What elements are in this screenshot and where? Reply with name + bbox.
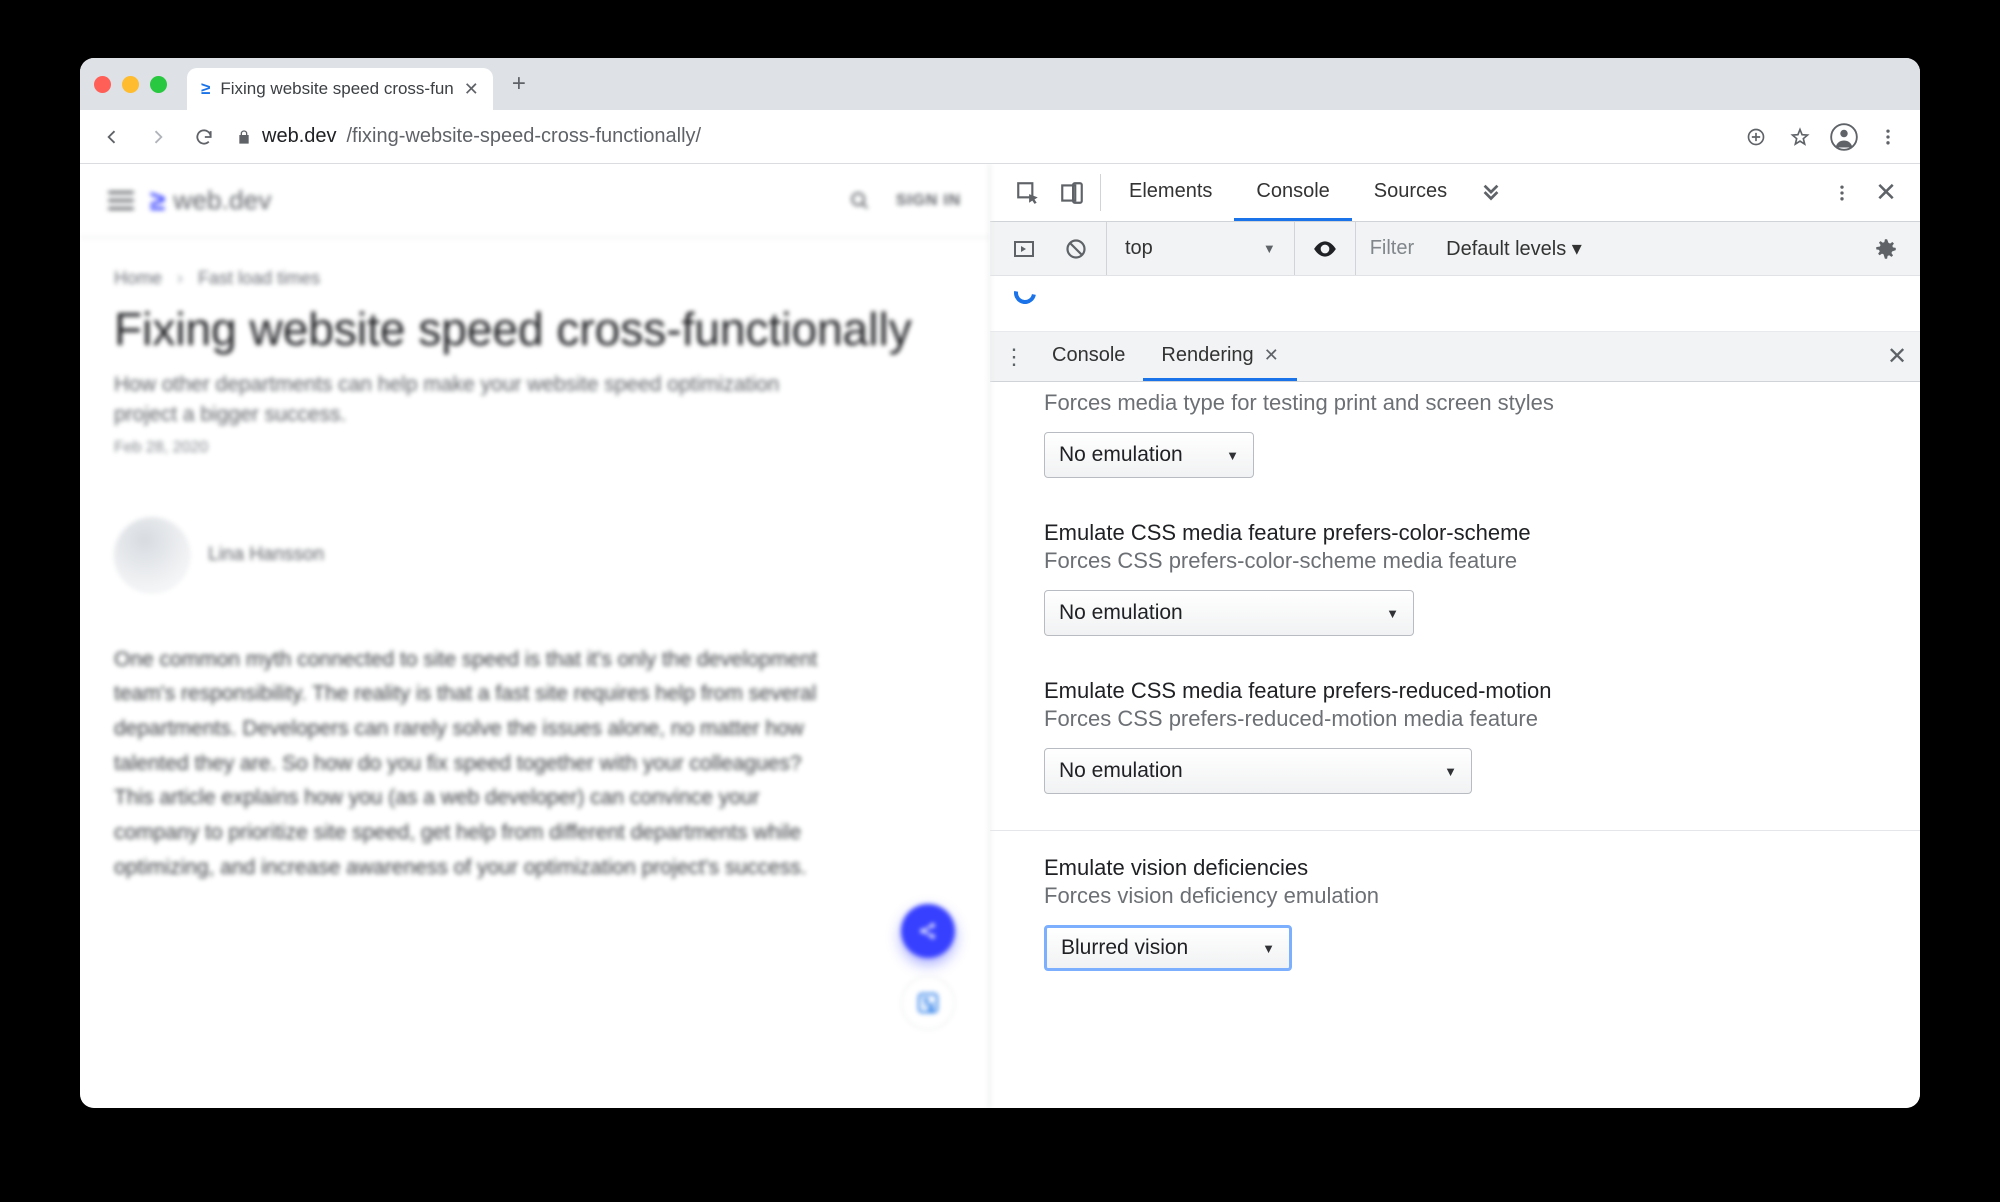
- drawer-tab-console-label: Console: [1052, 344, 1125, 367]
- devtools-menu-button[interactable]: [1820, 183, 1864, 203]
- drawer-tab-close-button[interactable]: ✕: [1264, 345, 1279, 366]
- prefers-color-scheme-select[interactable]: No emulation ▼: [1044, 590, 1414, 636]
- devtools-close-button[interactable]: ✕: [1864, 177, 1908, 208]
- crumb-home[interactable]: Home: [114, 268, 162, 288]
- tab-title: Fixing website speed cross-fun: [220, 79, 453, 99]
- context-selector[interactable]: top ▼: [1106, 222, 1295, 275]
- vision-deficiency-desc: Forces vision deficiency emulation: [1044, 883, 1866, 909]
- prefers-color-scheme-desc: Forces CSS prefers-color-scheme media fe…: [1044, 548, 1866, 574]
- drawer-close-button[interactable]: ✕: [1874, 332, 1920, 381]
- back-button[interactable]: [92, 117, 132, 157]
- bookmark-button[interactable]: [1780, 117, 1820, 157]
- author-name: Lina Hansson: [208, 544, 324, 566]
- console-sidebar-toggle[interactable]: [1002, 237, 1046, 261]
- media-emulation-select[interactable]: No emulation ▼: [1044, 432, 1254, 478]
- browser-tab[interactable]: ≥ Fixing website speed cross-fun ✕: [187, 68, 493, 110]
- page-date: Feb 28, 2020: [80, 431, 989, 457]
- media-emulation-value: No emulation: [1059, 443, 1183, 467]
- chevron-down-icon: ▼: [1386, 606, 1399, 621]
- chevron-down-icon: ▼: [1263, 241, 1276, 256]
- page-subtitle: How other departments can help make your…: [80, 356, 840, 431]
- chevron-down-icon: ▼: [1226, 448, 1239, 463]
- forward-button[interactable]: [138, 117, 178, 157]
- tab-elements[interactable]: Elements: [1107, 164, 1234, 221]
- console-toolbar: top ▼ Filter Default levels ▾: [990, 222, 1920, 276]
- prefers-reduced-motion-title: Emulate CSS media feature prefers-reduce…: [1044, 678, 1866, 704]
- vision-deficiency-title: Emulate vision deficiencies: [1044, 855, 1866, 881]
- chevron-down-icon: ▼: [1444, 764, 1457, 779]
- prefers-reduced-motion-desc: Forces CSS prefers-reduced-motion media …: [1044, 706, 1866, 732]
- devtools-panel: Elements Console Sources ✕: [990, 164, 1920, 1108]
- context-value: top: [1125, 237, 1153, 260]
- omnibox[interactable]: web.dev/fixing-website-speed-cross-funct…: [230, 125, 1730, 148]
- tab-strip: ≥ Fixing website speed cross-fun ✕ +: [80, 58, 1920, 110]
- address-bar: web.dev/fixing-website-speed-cross-funct…: [80, 110, 1920, 164]
- profile-button[interactable]: [1824, 117, 1864, 157]
- more-tabs-button[interactable]: [1469, 164, 1513, 221]
- signin-link[interactable]: SIGN IN: [896, 192, 961, 210]
- avatar: [114, 517, 190, 593]
- favicon-icon: ≥: [201, 79, 210, 99]
- drawer-tab-console[interactable]: Console: [1034, 332, 1143, 381]
- filter-placeholder: Filter: [1370, 237, 1414, 260]
- hamburger-icon[interactable]: [108, 191, 134, 210]
- drawer-menu-button[interactable]: ⋮: [994, 332, 1034, 381]
- media-emulation-desc: Forces media type for testing print and …: [1044, 390, 1866, 416]
- tab-close-button[interactable]: ✕: [464, 79, 479, 100]
- author-block: Lina Hansson: [80, 457, 989, 593]
- device-toolbar-button[interactable]: [1050, 164, 1094, 221]
- console-prompt-icon: [1010, 278, 1041, 309]
- content-area: ≥ web.dev SIGN IN Home › Fast load times…: [80, 164, 1920, 1108]
- tab-console[interactable]: Console: [1234, 164, 1351, 221]
- crumb-section[interactable]: Fast load times: [198, 268, 320, 288]
- url-path: /fixing-website-speed-cross-functionally…: [347, 125, 702, 148]
- live-expression-button[interactable]: [1303, 236, 1347, 262]
- console-output[interactable]: [990, 276, 1920, 332]
- log-levels-select[interactable]: Default levels ▾: [1436, 236, 1592, 261]
- close-window-button[interactable]: [94, 76, 111, 93]
- install-app-button[interactable]: [1736, 117, 1776, 157]
- new-tab-button[interactable]: +: [501, 66, 537, 102]
- reload-button[interactable]: [184, 117, 224, 157]
- drawer-tabbar: ⋮ Console Rendering ✕ ✕: [990, 332, 1920, 382]
- inspect-element-button[interactable]: [1006, 164, 1050, 221]
- webpage-viewport[interactable]: ≥ web.dev SIGN IN Home › Fast load times…: [80, 164, 990, 1108]
- devtools-tabbar: Elements Console Sources ✕: [990, 164, 1920, 222]
- drawer-tab-rendering[interactable]: Rendering ✕: [1143, 332, 1296, 381]
- prefers-reduced-motion-select[interactable]: No emulation ▼: [1044, 748, 1472, 794]
- console-settings-button[interactable]: [1864, 236, 1908, 262]
- site-logo[interactable]: ≥ web.dev: [150, 185, 272, 217]
- chevron-down-icon: ▼: [1262, 941, 1275, 956]
- minimize-window-button[interactable]: [122, 76, 139, 93]
- drawer-tab-rendering-label: Rendering: [1161, 344, 1253, 367]
- tab-sources[interactable]: Sources: [1352, 164, 1469, 221]
- prefers-reduced-motion-value: No emulation: [1059, 759, 1183, 783]
- rendering-panel[interactable]: Forces media type for testing print and …: [990, 382, 1920, 1108]
- share-fab[interactable]: [901, 904, 955, 958]
- console-filter-input[interactable]: Filter: [1355, 222, 1428, 275]
- prefers-color-scheme-value: No emulation: [1059, 601, 1183, 625]
- window-controls: [94, 76, 167, 93]
- logo-mark-icon: ≥: [150, 185, 165, 217]
- browser-window: ≥ Fixing website speed cross-fun ✕ + web…: [80, 58, 1920, 1108]
- browser-menu-button[interactable]: [1868, 117, 1908, 157]
- site-brand: web.dev: [173, 185, 271, 216]
- article-body: One common myth connected to site speed …: [80, 593, 880, 885]
- vision-deficiency-value: Blurred vision: [1061, 936, 1188, 960]
- page-title: Fixing website speed cross-functionally: [80, 289, 989, 356]
- url-host: web.dev: [262, 125, 337, 148]
- chevron-right-icon: ›: [177, 268, 183, 288]
- clear-console-button[interactable]: [1054, 237, 1098, 261]
- site-header: ≥ web.dev SIGN IN: [80, 164, 989, 238]
- search-icon[interactable]: [840, 181, 880, 221]
- breadcrumb: Home › Fast load times: [80, 238, 989, 289]
- vision-deficiency-select[interactable]: Blurred vision ▼: [1044, 925, 1292, 971]
- prefers-color-scheme-title: Emulate CSS media feature prefers-color-…: [1044, 520, 1866, 546]
- translate-fab[interactable]: [901, 976, 955, 1030]
- lock-icon: [236, 128, 252, 146]
- maximize-window-button[interactable]: [150, 76, 167, 93]
